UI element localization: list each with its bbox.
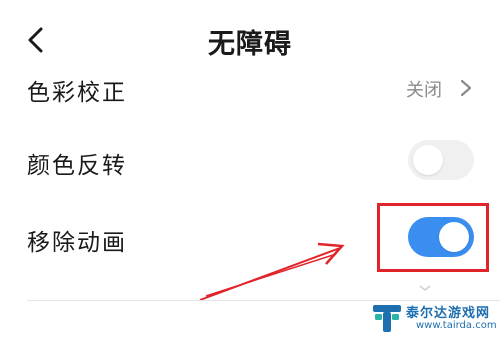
setting-row-color-inversion: 颜色反转 bbox=[0, 130, 500, 190]
watermark-name: 泰尔达游戏网 bbox=[406, 306, 491, 321]
watermark: 泰尔达游戏网 www.tairda.com bbox=[372, 300, 497, 336]
page-title: 无障碍 bbox=[208, 29, 292, 60]
setting-label: 移除动画 bbox=[27, 230, 127, 256]
chevron-down-icon bbox=[419, 285, 431, 291]
chevron-right-icon bbox=[460, 79, 472, 97]
setting-label: 颜色反转 bbox=[27, 153, 127, 179]
watermark-logo-icon bbox=[373, 305, 401, 332]
watermark-url: www.tairda.com bbox=[416, 320, 497, 331]
toggle-knob bbox=[413, 145, 443, 175]
annotation-highlight-box bbox=[377, 203, 489, 272]
color-inversion-toggle[interactable] bbox=[408, 140, 474, 180]
setting-row-color-correction[interactable]: 色彩校正 关闭 bbox=[0, 60, 500, 120]
annotation-arrow-icon bbox=[199, 242, 345, 301]
accessibility-screen: 无障碍 色彩校正 关闭 颜色反转 移除动画 泰尔达游戏网 www.tairda.… bbox=[0, 0, 500, 339]
setting-label: 色彩校正 bbox=[27, 80, 127, 106]
setting-value: 关闭 bbox=[406, 80, 442, 101]
